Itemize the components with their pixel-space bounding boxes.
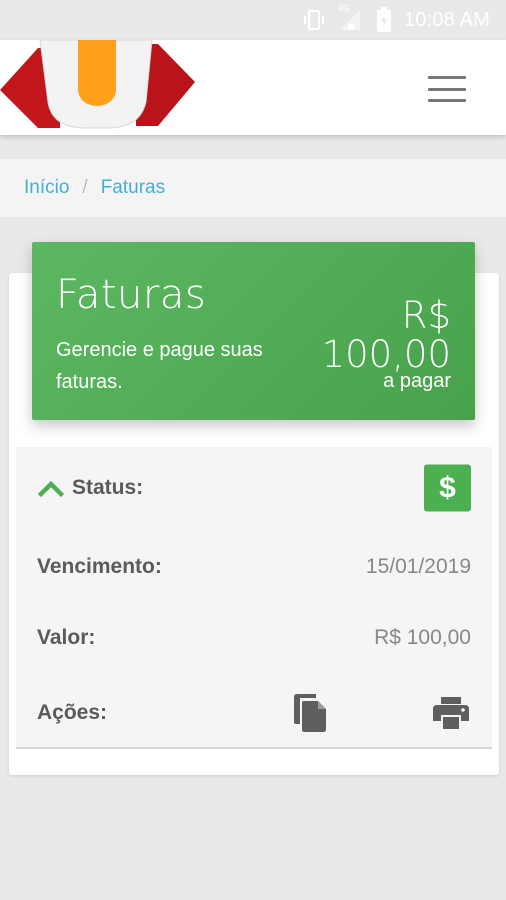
invoice-details: Status: $ Vencimento: 15/01/2019 Valor: … (16, 447, 492, 749)
vibrate-icon (303, 10, 324, 30)
status-row[interactable]: Status: $ (16, 464, 492, 512)
chevron-up-icon[interactable] (38, 478, 64, 498)
status-bar: 4G 10:08 AM (0, 0, 506, 40)
breadcrumb: Início / Faturas (0, 159, 506, 217)
currency-symbol: R$ (401, 294, 451, 337)
breadcrumb-current-link[interactable]: Faturas (101, 177, 165, 199)
clock: 10:08 AM (403, 8, 490, 31)
signal-icon (339, 10, 360, 30)
battery-icon (376, 7, 391, 32)
copy-icon[interactable] (294, 694, 328, 732)
breadcrumb-home-link[interactable]: Início (24, 177, 69, 199)
amount-row-value: R$ 100,00 (374, 626, 471, 649)
invoices-summary-banner: Faturas Gerencie e pague suas faturas. R… (32, 242, 475, 420)
hamburger-menu-icon[interactable] (428, 76, 466, 102)
status-label: Status: (72, 476, 144, 499)
menu-line (428, 99, 466, 102)
banner-title: Faturas (56, 272, 207, 318)
menu-line (428, 87, 466, 91)
due-date-label: Vencimento: (37, 555, 162, 578)
status-bar-icons: 4G 10:08 AM (302, 3, 490, 34)
banner-description: Gerencie e pague suas faturas. (56, 339, 263, 393)
amount-caption: a pagar (383, 370, 451, 392)
due-date-row: Vencimento: 15/01/2019 (16, 547, 492, 587)
amount-due: R$ 100,00 (322, 296, 451, 374)
amount-row: Valor: R$ 100,00 (16, 618, 492, 658)
due-date-value: 15/01/2019 (365, 555, 471, 578)
print-icon[interactable] (433, 697, 469, 729)
app-bar (0, 40, 506, 135)
signal-indicator: 4G (338, 3, 364, 32)
actions-label: Ações: (37, 701, 108, 724)
amount-label: Valor: (37, 626, 96, 649)
brand-logo[interactable] (0, 40, 195, 135)
actions-row: Ações: (16, 693, 492, 733)
breadcrumb-separator: / (82, 177, 88, 198)
dollar-icon[interactable]: $ (424, 464, 471, 512)
amount-value: 100,00 (321, 333, 451, 376)
menu-line (428, 76, 466, 79)
